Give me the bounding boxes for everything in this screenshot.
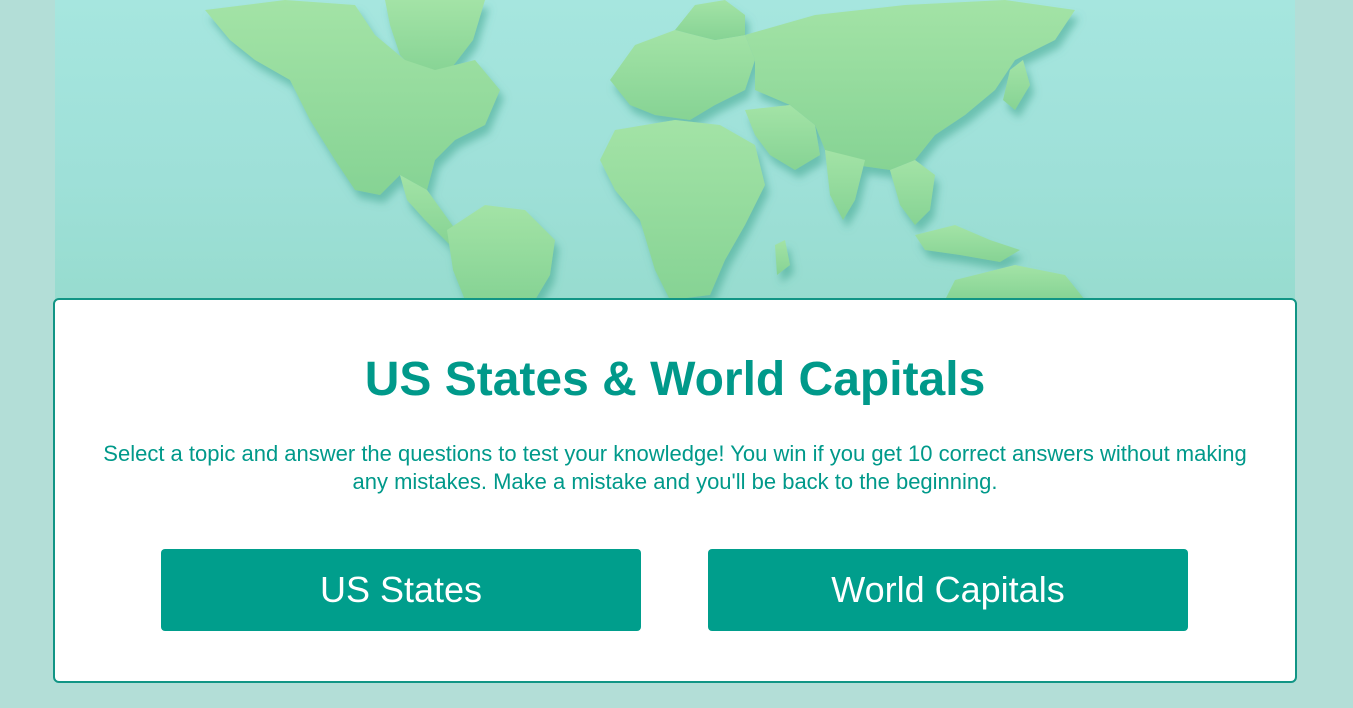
world-map-image: [205, 0, 1085, 300]
page-title: US States & World Capitals: [364, 353, 986, 406]
world-map-banner: [55, 0, 1295, 300]
quiz-page: US States & World Capitals Select a topi…: [0, 0, 1353, 708]
quiz-description: Select a topic and answer the questions …: [103, 441, 1247, 494]
quiz-intro-card: US States & World Capitals Select a topi…: [53, 298, 1297, 683]
us-states-button[interactable]: US States: [161, 549, 641, 631]
world-capitals-button[interactable]: World Capitals: [708, 549, 1188, 631]
